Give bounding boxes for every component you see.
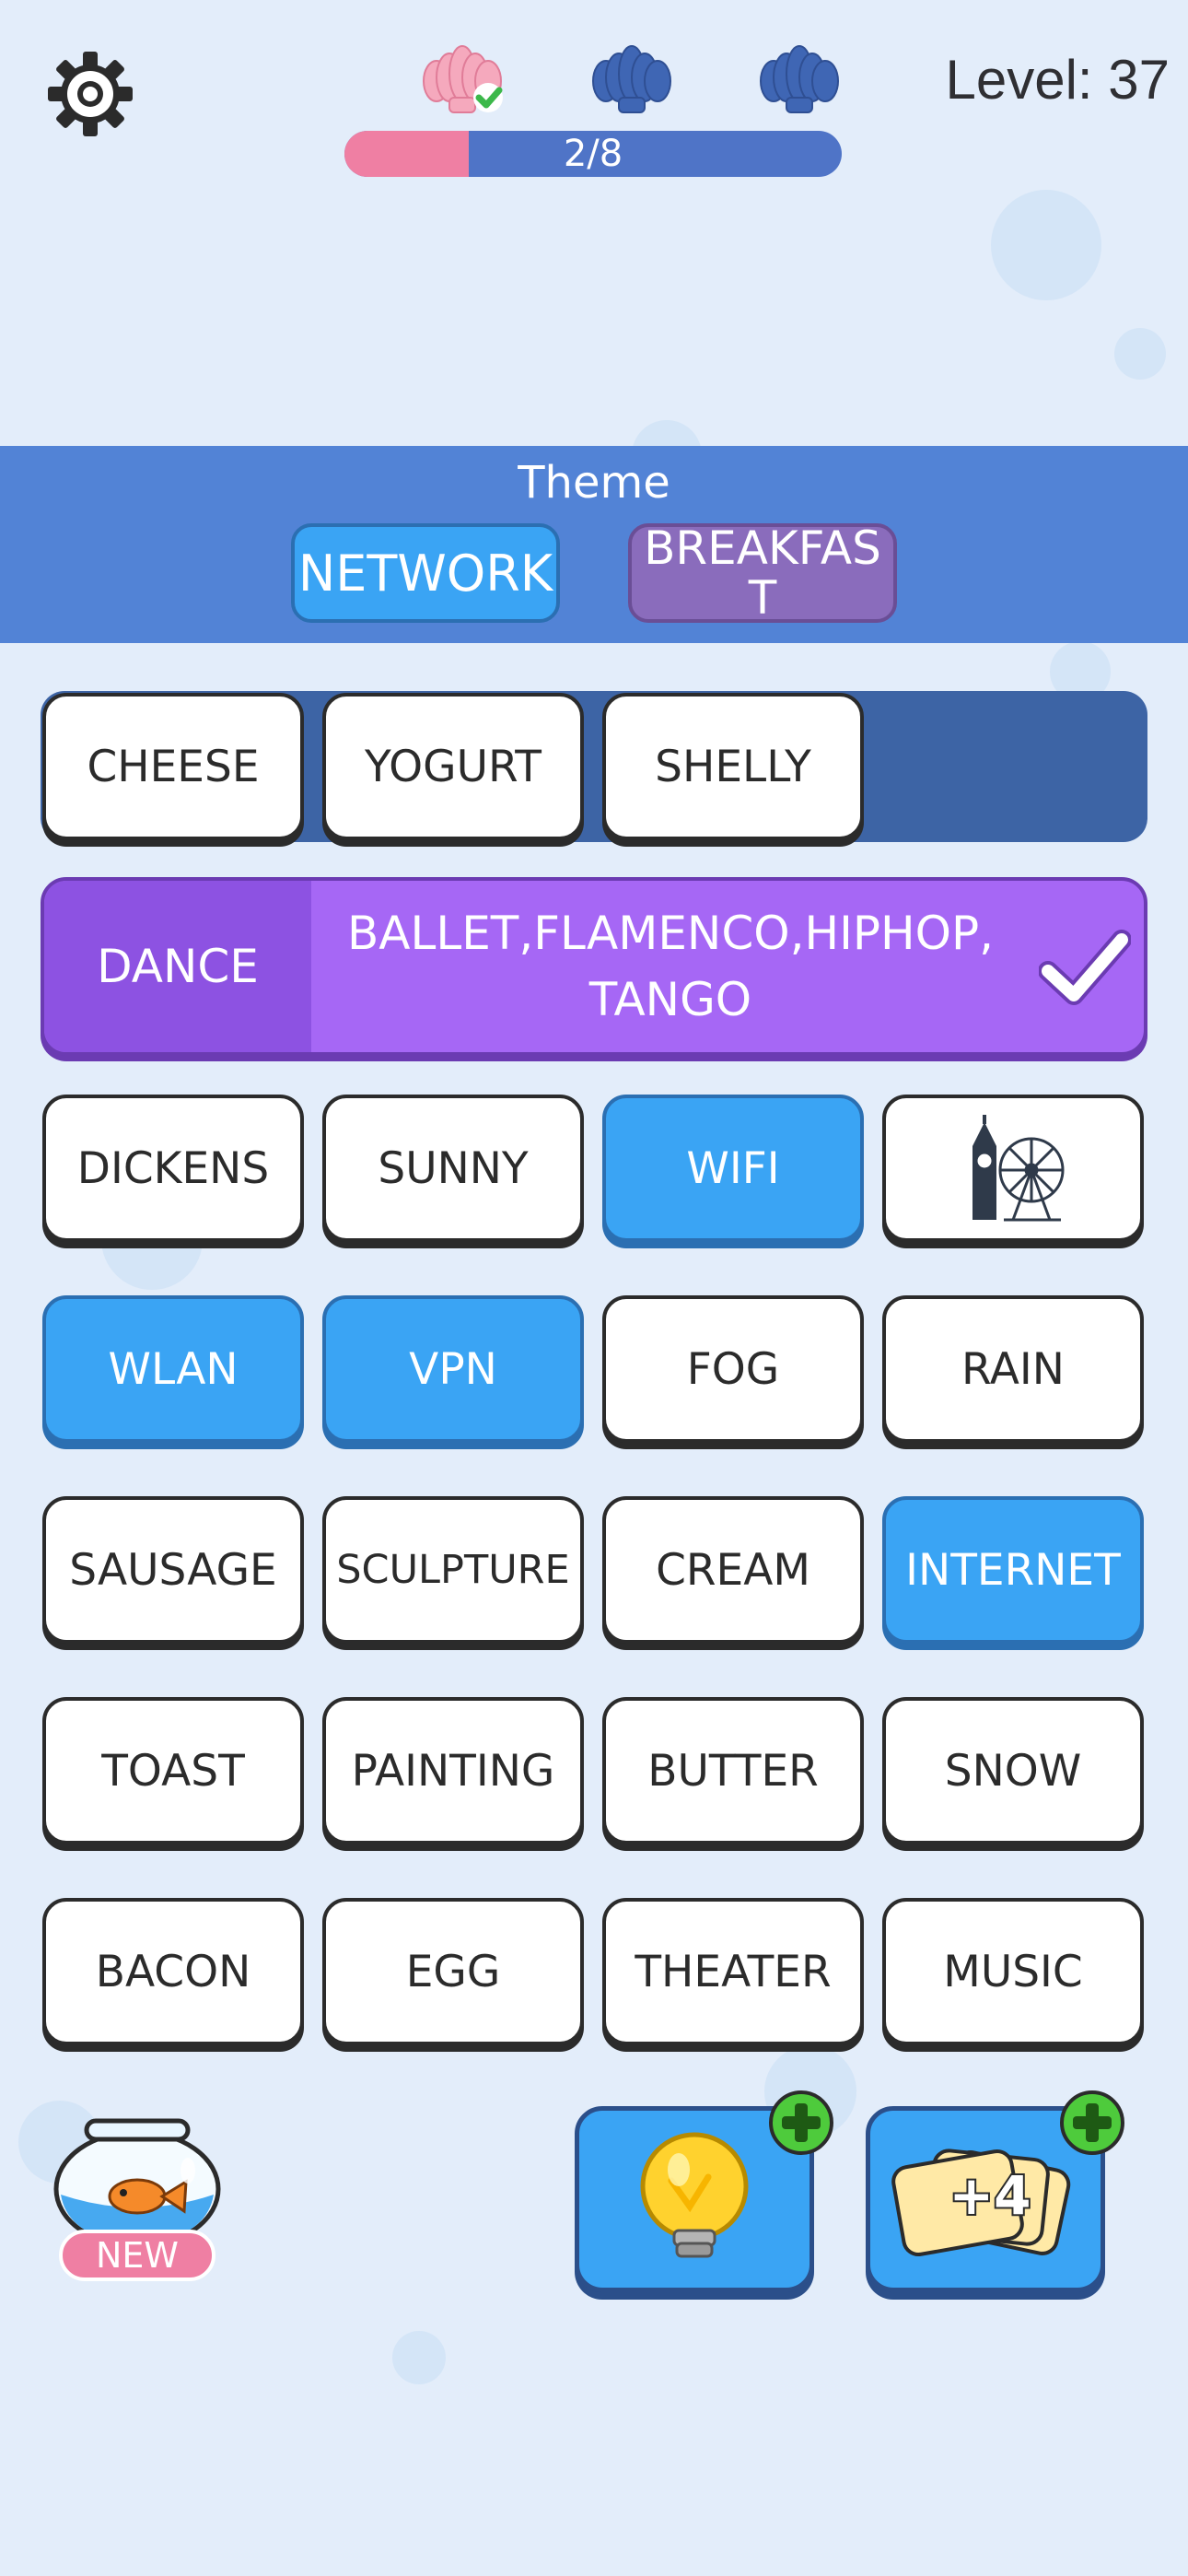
slot-tile[interactable]: CHEESE bbox=[42, 693, 304, 840]
theme-panel: Theme NETWORK BREAKFAST bbox=[0, 446, 1188, 643]
word-tile-vpn[interactable]: VPN bbox=[322, 1295, 584, 1443]
seashell-icon bbox=[423, 45, 503, 113]
solved-category-row: DANCE BALLET,FLAMENCO,HIPHOP, TANGO bbox=[41, 877, 1147, 1056]
solved-category-label: DANCE bbox=[44, 881, 311, 1052]
word-tile-sunny[interactable]: SUNNY bbox=[322, 1095, 584, 1242]
gear-icon bbox=[48, 52, 133, 136]
progress-bar: 2/8 bbox=[344, 131, 842, 177]
seashell-icon bbox=[760, 45, 839, 113]
background-bubble bbox=[991, 190, 1101, 300]
level-label: Level: 37 bbox=[945, 49, 1170, 111]
reveal-four-button[interactable]: +4 bbox=[866, 2090, 1124, 2292]
word-tile-bacon[interactable]: BACON bbox=[42, 1898, 304, 2045]
word-tile-sausage[interactable]: SAUSAGE bbox=[42, 1496, 304, 1644]
word-tile-egg[interactable]: EGG bbox=[322, 1898, 584, 2045]
image-tile[interactable] bbox=[882, 1095, 1144, 1242]
hint-button[interactable] bbox=[575, 2090, 833, 2292]
slot-tile[interactable]: YOGURT bbox=[322, 693, 584, 840]
theme-network-button[interactable]: NETWORK bbox=[291, 523, 560, 623]
word-tile-painting[interactable]: PAINTING bbox=[322, 1697, 584, 1844]
word-tile-sculpture[interactable]: SCULPTURE bbox=[322, 1496, 584, 1644]
theme-breakfast-button[interactable]: BREAKFAST bbox=[628, 523, 897, 623]
fishbowl-button[interactable]: NEW bbox=[50, 2110, 225, 2285]
theme-title: Theme bbox=[518, 457, 670, 509]
word-tile-dickens[interactable]: DICKENS bbox=[42, 1095, 304, 1242]
fishbowl-icon bbox=[53, 2118, 221, 2249]
word-tile-music[interactable]: MUSIC bbox=[882, 1898, 1144, 2045]
slot-tile[interactable]: SHELLY bbox=[602, 693, 864, 840]
word-tile-cream[interactable]: CREAM bbox=[602, 1496, 864, 1644]
word-tile-snow[interactable]: SNOW bbox=[882, 1697, 1144, 1844]
checkmark-icon bbox=[1039, 930, 1131, 1005]
background-bubble bbox=[392, 2331, 446, 2384]
progress-text: 2/8 bbox=[563, 133, 623, 175]
solved-category-words: BALLET,FLAMENCO,HIPHOP, TANGO bbox=[346, 907, 994, 1026]
word-tile-toast[interactable]: TOAST bbox=[42, 1697, 304, 1844]
plus-icon[interactable] bbox=[1058, 2089, 1126, 2157]
big-ben-ferris-wheel-icon bbox=[973, 1115, 1065, 1222]
background-bubble bbox=[1114, 328, 1166, 380]
word-tile-wifi[interactable]: WIFI bbox=[602, 1095, 864, 1242]
settings-button[interactable] bbox=[44, 48, 136, 140]
seashell-icon bbox=[592, 45, 671, 113]
word-tile-internet[interactable]: INTERNET bbox=[882, 1496, 1144, 1644]
word-tile-fog[interactable]: FOG bbox=[602, 1295, 864, 1443]
word-tile-wlan[interactable]: WLAN bbox=[42, 1295, 304, 1443]
plus-icon[interactable] bbox=[767, 2089, 835, 2157]
reveal-count-label: +4 bbox=[949, 2164, 1031, 2227]
word-tile-rain[interactable]: RAIN bbox=[882, 1295, 1144, 1443]
new-badge: NEW bbox=[59, 2230, 215, 2281]
word-tile-butter[interactable]: BUTTER bbox=[602, 1697, 864, 1844]
word-tile-theater[interactable]: THEATER bbox=[602, 1898, 864, 2045]
